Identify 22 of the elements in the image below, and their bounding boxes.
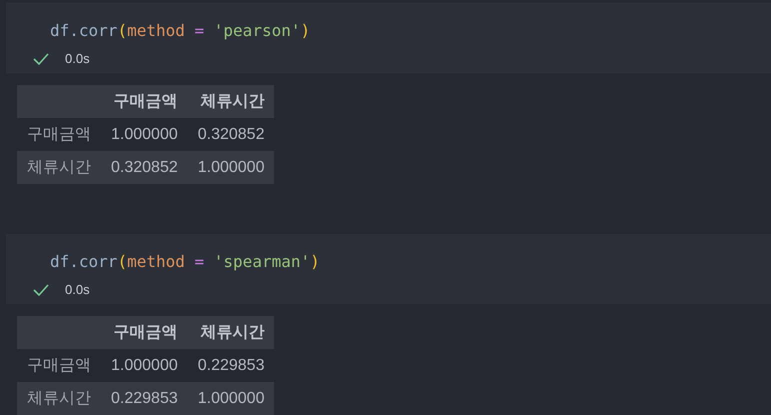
code-cell[interactable]: df.corr(method = 'pearson') 0.0s — [6, 3, 771, 73]
row-label: 구매금액 — [17, 118, 101, 151]
table-cell: 0.320852 — [101, 151, 188, 184]
table-cell: 0.320852 — [188, 118, 274, 151]
column-header: 체류시간 — [188, 85, 274, 118]
column-header: 구매금액 — [101, 316, 188, 349]
row-label: 체류시간 — [17, 382, 101, 415]
execution-time: 0.0s — [65, 51, 90, 66]
table-cell: 1.000000 — [101, 118, 188, 151]
row-label: 체류시간 — [17, 151, 101, 184]
table-cell: 1.000000 — [188, 151, 274, 184]
table-cell: 0.229853 — [188, 349, 274, 382]
execution-time: 0.0s — [65, 282, 90, 297]
row-label: 구매금액 — [17, 349, 101, 382]
code-line: df.corr(method = 'pearson') — [50, 21, 312, 41]
code-cell[interactable]: df.corr(method = 'spearman') 0.0s — [6, 234, 771, 304]
table-cell: 0.229853 — [101, 382, 188, 415]
column-header: 체류시간 — [188, 316, 274, 349]
table-cell: 1.000000 — [101, 349, 188, 382]
table-cell: 1.000000 — [188, 382, 274, 415]
code-line: df.corr(method = 'spearman') — [50, 252, 321, 272]
column-header: 구매금액 — [101, 85, 188, 118]
